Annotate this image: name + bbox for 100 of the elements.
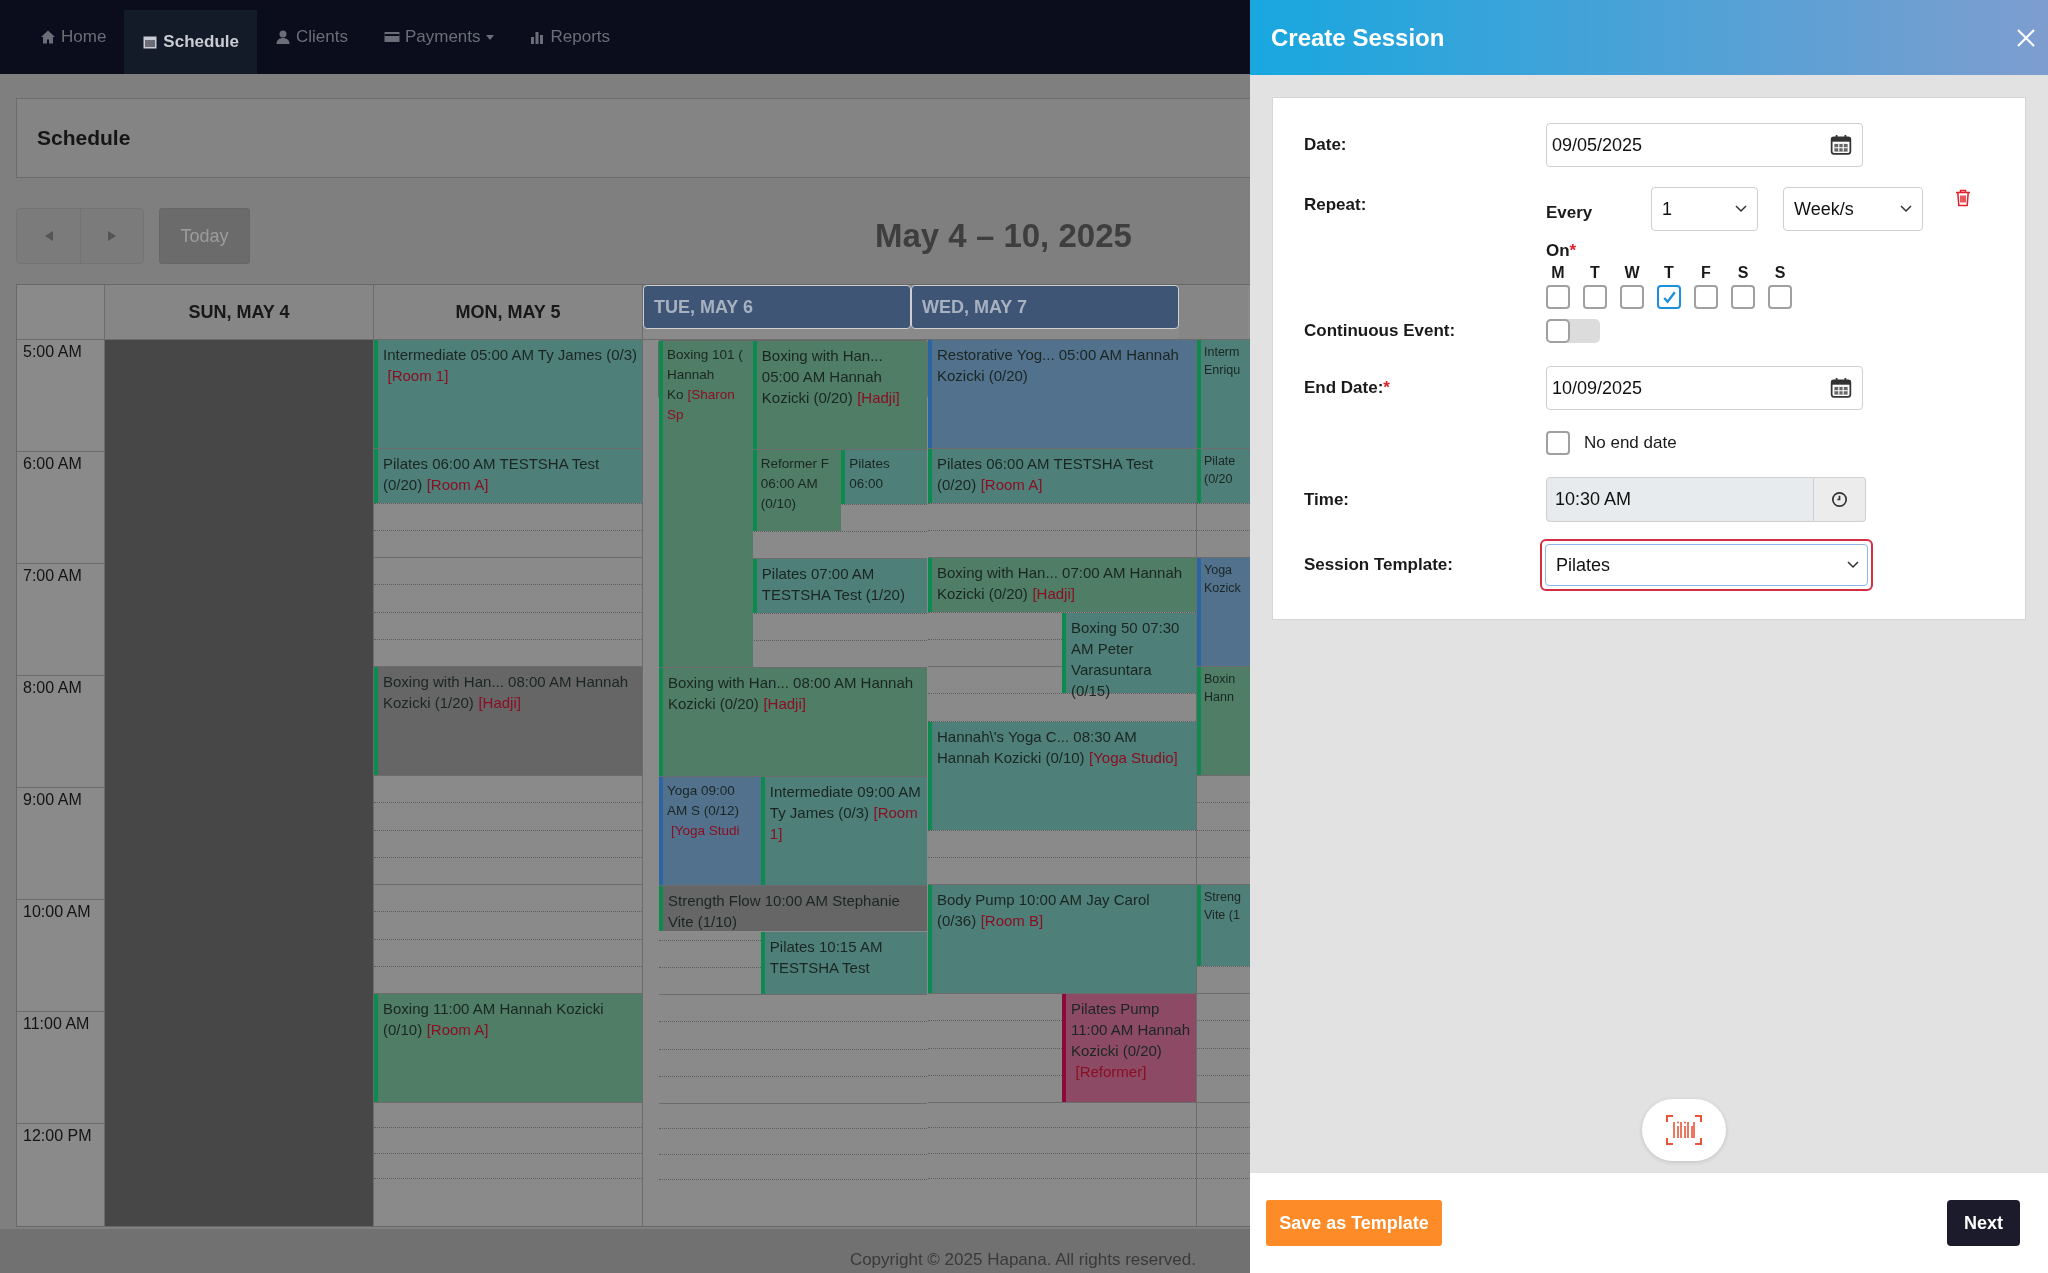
right-triangle-icon [108,231,116,241]
session-block[interactable]: Streng Vite (1 [1197,885,1250,966]
field-label: Time: [1304,489,1351,510]
clock-button[interactable] [1814,477,1866,522]
day-header: TUE, MAY 6 [643,285,911,329]
session-block[interactable]: Pilate (0/20 [1197,449,1250,503]
session-text: Streng Vite (1 [1204,889,1242,924]
home-icon [40,29,56,45]
session-text: Boxing with Han... 05:00 AM Hannah Kozicki (0/20) [Hadji] [761,346,901,408]
credit-card-icon [383,29,400,45]
day-header: SUN, MAY 4 [105,285,374,339]
session-text: Pilates Pump 11:00 AM Hannah Kozicki (0/20) [Reformer] [1071,999,1191,1082]
time-label: 8:00 AM [23,679,82,696]
session-text: Intermediate 09:00 AM Ty James (0/3) [Room 1] [769,782,922,844]
save-as-template-button[interactable]: Save as Template [1266,1200,1442,1246]
field-label: Continuous Event: [1304,321,1457,341]
time-label: 6:00 AM [23,455,82,472]
close-icon[interactable] [2016,27,2036,48]
session-block[interactable]: Pilates 06:00 AM TESTSHA Test (0/20) [Room A] [928,449,1196,503]
weekday-label: M [1551,264,1565,282]
nav-link[interactable]: Schedule [124,10,257,74]
weekday-label: T [1664,264,1674,282]
day-header: MON, MAY 5 [374,285,643,339]
session-text: Boxin Hann [1204,671,1237,706]
session-text: Pilates 10:15 AM TESTSHA Test [769,936,884,978]
end-date-field[interactable]: 10/09/2025 [1546,366,1863,410]
continuous-event-toggle[interactable] [1546,319,1600,343]
session-text: Reformer F 06:00 AM (0/10) [760,455,831,513]
field-label: Date: [1304,135,1348,155]
interval-select[interactable]: 1 [1651,187,1758,231]
session-block[interactable]: Boxing 101 ( Hannah Ko [Sharon Sp [659,341,753,667]
session-text: Pilates 06:00 [849,455,891,493]
calendar-icon [1830,134,1852,156]
session-block[interactable]: Yoga Kozick [1197,558,1250,666]
session-block[interactable]: Intermediate 05:00 AM Ty James (0/3) [Room 1] [374,340,642,448]
session-block[interactable]: Pilates 07:00 AM TESTSHA Test (1/20) [752,559,927,613]
weekday-label: S [1737,264,1749,282]
session-block[interactable]: Yoga 09:00 AM S (0/12) [Yoga Studi [659,777,761,885]
nav-link[interactable]: Clients [256,0,366,74]
session-block[interactable]: Hannah\'s Yoga C... 08:30 AM Hannah Kozicki (0/10) [Yoga Studio] [928,721,1196,830]
weekday-label: W [1624,264,1640,282]
session-block[interactable]: Strength Flow 10:00 AM Stephanie Vite (1/10) [659,886,927,931]
session-block[interactable]: Pilates 10:15 AM TESTSHA Test [760,931,927,994]
session-text: Hannah\'s Yoga C... 08:30 AM Hannah Kozicki (0/10) [Yoga Studio] [937,726,1179,768]
weekday-checkbox[interactable] [1731,285,1755,309]
time-label: 9:00 AM [23,791,82,808]
session-text: Yoga 09:00 AM S (0/12) [Yoga Studi [667,782,741,840]
calendar-icon [1830,377,1852,399]
session-text: Boxing 101 ( Hannah Ko [Sharon Sp [667,346,744,424]
session-text: Boxing with Han... 07:00 AM Hannah Kozicki (0/20) [Hadji] [937,563,1184,604]
field-label: Session Template: [1304,555,1454,575]
trash-icon[interactable] [1955,189,1971,207]
date-field[interactable]: 09/05/2025 [1546,123,1863,167]
session-block[interactable]: Boxing with Han... 08:00 AM Hannah Kozicki (1/20) [Hadji] [374,667,642,775]
session-text: Boxing with Han... 08:00 AM Hannah Kozicki (1/20) [Hadji] [383,672,630,713]
session-block[interactable]: Boxin Hann [1197,667,1250,775]
every-label: Every [1546,202,1594,223]
session-block[interactable]: Boxing with Han... 08:00 AM Hannah Kozicki (0/20) [Hadji] [659,668,927,776]
weekday-checkbox[interactable] [1583,285,1607,309]
session-text: Body Pump 10:00 AM Jay Carol (0/36) [Room B] [937,890,1151,931]
session-block[interactable]: Boxing with Han... 07:00 AM Hannah Kozicki (0/20) [Hadji] [928,558,1196,612]
session-block[interactable]: Pilates 06:00 AM TESTSHA Test (0/20) [Room A] [374,449,642,503]
weekday-checkbox[interactable] [1657,285,1681,309]
session-template-select[interactable]: Pilates [1540,539,1873,591]
session-text: Strength Flow 10:00 AM Stephanie Vite (1/10) [668,891,901,932]
session-block[interactable]: Reformer F 06:00 AM (0/10) [752,450,842,531]
nav-link[interactable]: Reports [511,0,629,74]
session-block[interactable]: Boxing 11:00 AM Hannah Kozicki (0/10) [Room A] [374,994,642,1102]
session-text: Interm Enriqu [1204,344,1242,379]
session-block[interactable]: Body Pump 10:00 AM Jay Carol (0/36) [Room B] [928,885,1196,993]
session-text: Intermediate 05:00 AM Ty James (0/3) [Room 1] [383,345,637,386]
session-text: Pilates 06:00 AM TESTSHA Test (0/20) [Room A] [937,454,1155,495]
clock-icon [1831,491,1848,508]
chevron-down-icon [1900,205,1912,213]
calendar-icon [142,34,159,50]
session-block[interactable]: Boxing with Han... 05:00 AM Hannah Kozicki (0/20) [Hadji] [752,341,927,449]
session-text: Boxing with Han... 08:00 AM Hannah Kozicki (0/20) [Hadji] [668,673,915,714]
weekday-checkbox[interactable] [1768,285,1792,309]
barcode-scan-icon [1666,1115,1702,1145]
nav-link[interactable]: Home [22,0,125,74]
no-end-date-label: No end date [1584,433,1677,453]
weekday-checkbox[interactable] [1546,285,1570,309]
no-end-date-checkbox[interactable] [1546,431,1570,455]
nav-link[interactable]: Payments [365,0,512,74]
session-block[interactable]: Pilates Pump 11:00 AM Hannah Kozicki (0/20) [Reformer] [1062,994,1196,1102]
field-label: Repeat: [1304,194,1368,215]
time-label: 12:00 PM [23,1127,92,1144]
panel-title: Create Session [1271,23,1445,52]
session-block[interactable]: Restorative Yog... 05:00 AM Hannah Kozicki (0/20) [928,340,1196,448]
time-label: 11:00 AM [23,1015,90,1032]
unit-select[interactable]: Week/s [1783,187,1923,231]
weekday-checkbox[interactable] [1620,285,1644,309]
barcode-scan-button[interactable] [1642,1099,1726,1161]
day-header: WED, MAY 7 [911,285,1179,329]
next-button[interactable]: Next [1947,1200,2020,1246]
session-block[interactable]: Interm Enriqu [1197,340,1250,448]
weekday-checkbox[interactable] [1694,285,1718,309]
session-block[interactable]: Intermediate 09:00 AM Ty James (0/3) [Room 1] [760,777,927,885]
page-title: Schedule [37,126,131,150]
session-block[interactable]: Pilates 06:00 [841,450,927,504]
